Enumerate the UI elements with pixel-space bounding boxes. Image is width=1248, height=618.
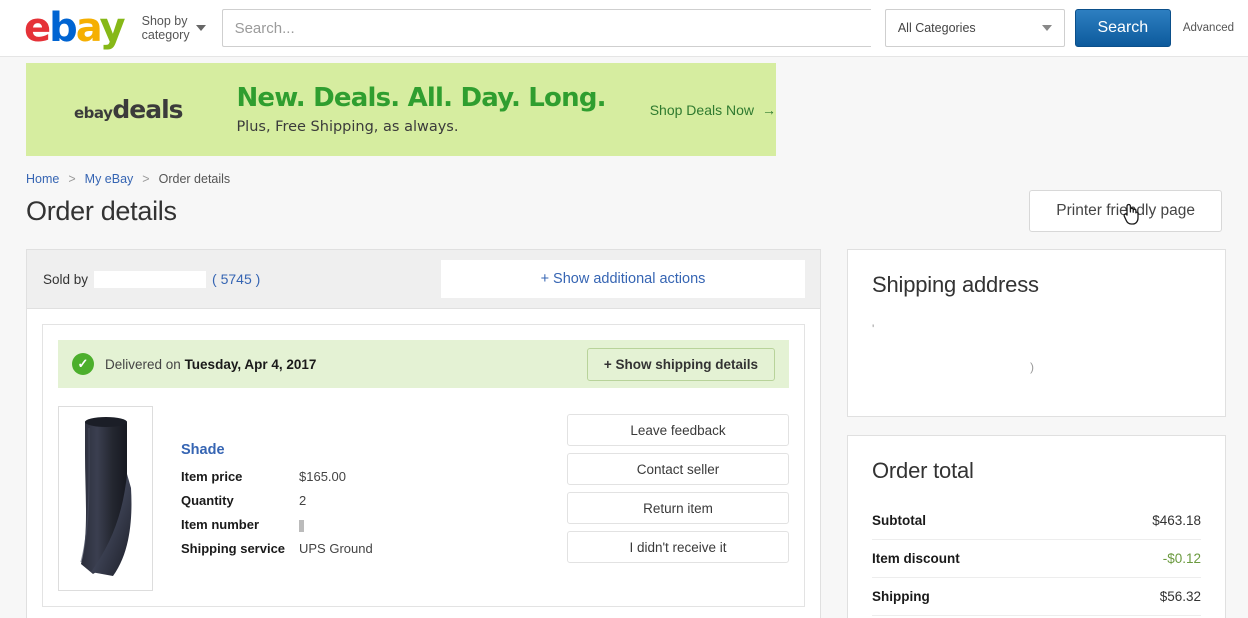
logo-letter-a: a — [75, 5, 102, 51]
breadcrumb-home[interactable]: Home — [26, 172, 59, 186]
shop-by-line1: Shop by — [141, 14, 188, 28]
item-spec-value: 2 — [299, 493, 307, 508]
shop-by-category-menu[interactable]: Shop by category — [142, 14, 206, 42]
breadcrumb-my-ebay[interactable]: My eBay — [85, 172, 134, 186]
item-number-redacted — [299, 517, 304, 532]
check-circle-icon: ✓ — [72, 353, 94, 375]
order-total-row: Item discount -$0.12 — [872, 540, 1201, 578]
item-action-buttons: Leave feedback Contact seller Return ite… — [567, 406, 789, 591]
item-title-link[interactable]: Shade — [181, 442, 567, 458]
ebay-logo[interactable]: ebay — [24, 5, 126, 51]
item-spec-row: Item number — [181, 517, 567, 532]
order-total-label: Shipping — [872, 589, 930, 604]
printer-friendly-page-label: Printer friendly page — [1056, 202, 1195, 219]
didnt-receive-it-button[interactable]: I didn't receive it — [567, 531, 789, 563]
contact-seller-button[interactable]: Contact seller — [567, 453, 789, 485]
item-spec-row: Quantity 2 — [181, 493, 567, 508]
breadcrumb-separator: > — [142, 172, 150, 186]
order-total-label: Subtotal — [872, 513, 926, 528]
item-spec-row: Shipping service UPS Ground — [181, 541, 567, 556]
show-additional-actions-button[interactable]: + Show additional actions — [441, 260, 805, 298]
order-total-title: Order total — [872, 458, 974, 483]
page-title-row: Order details Printer friendly page — [26, 190, 1222, 232]
printer-friendly-page-button[interactable]: Printer friendly page — [1029, 190, 1222, 232]
search-button[interactable]: Search — [1074, 9, 1171, 47]
order-total-row: Shipping $56.32 — [872, 578, 1201, 616]
breadcrumb-separator: > — [68, 172, 76, 186]
item-spec-value: UPS Ground — [299, 541, 373, 556]
order-summary-column: Shipping address ' ) Order total Subtota… — [847, 249, 1226, 618]
deals-banner-logo: ebaydeals — [74, 95, 232, 124]
deals-banner-text: New. Deals. All. Day. Long. Plus, Free S… — [236, 82, 606, 136]
seller-feedback-count[interactable]: ( 5745 ) — [212, 271, 260, 287]
order-total-row: Subtotal $463.18 — [872, 502, 1201, 540]
shop-deals-now-label: Shop Deals Now — [649, 101, 754, 118]
search-input[interactable] — [221, 9, 871, 47]
shade-fabric-roll-image — [79, 416, 131, 576]
address-artifact: ) — [1030, 360, 1034, 374]
category-select-value: All Categories — [897, 21, 976, 35]
breadcrumb: Home > My eBay > Order details — [26, 172, 1248, 186]
order-total-value: $56.32 — [1159, 589, 1201, 604]
logo-letter-b: b — [49, 5, 78, 51]
item-spec-row: Item price $165.00 — [181, 469, 567, 484]
arrow-right-icon: → — [762, 101, 776, 118]
deals-logo-ebay: ebay — [74, 104, 113, 122]
chevron-down-icon — [195, 25, 206, 31]
show-shipping-details-button[interactable]: + Show shipping details — [586, 347, 775, 381]
deals-headline: New. Deals. All. Day. Long. — [236, 82, 606, 113]
order-total-value: $463.18 — [1152, 513, 1201, 528]
delivery-status-prefix: Delivered on — [105, 356, 181, 372]
order-total-panel: Order total Subtotal $463.18 Item discou… — [847, 435, 1226, 618]
order-card: Sold by ( 5745 ) + Show additional actio… — [26, 249, 821, 618]
site-header: ebay Shop by category All Categories Sea… — [0, 0, 1248, 57]
delivery-status-text: Delivered on Tuesday, Apr 4, 2017 — [105, 357, 316, 372]
order-details-column: Sold by ( 5745 ) + Show additional actio… — [26, 249, 821, 618]
seller-name-redacted — [94, 270, 207, 288]
shop-deals-now-link[interactable]: Shop Deals Now → — [650, 102, 776, 118]
ebay-deals-banner[interactable]: ebaydeals New. Deals. All. Day. Long. Pl… — [26, 63, 776, 156]
order-total-value: -$0.12 — [1162, 551, 1201, 566]
deals-logo-deals: deals — [112, 95, 183, 124]
order-total-label: Item discount — [872, 551, 960, 566]
shop-by-line2: category — [141, 28, 190, 42]
item-spec-key: Shipping service — [181, 541, 286, 556]
advanced-search-link[interactable]: Advanced — [1183, 22, 1234, 34]
breadcrumb-current: Order details — [158, 172, 231, 186]
shipping-address-title: Shipping address — [872, 272, 1039, 297]
order-item-row: Shade Item price $165.00 Quantity 2 Item… — [58, 406, 789, 591]
address-artifact: ' — [872, 322, 875, 336]
shipping-address-panel: Shipping address ' ) — [847, 249, 1226, 417]
page-title: Order details — [26, 195, 177, 226]
item-thumbnail[interactable] — [58, 406, 153, 591]
delivery-status-left: ✓ Delivered on Tuesday, Apr 4, 2017 — [72, 353, 316, 375]
item-spec-key: Item price — [181, 469, 243, 484]
delivery-date: Tuesday, Apr 4, 2017 — [184, 356, 317, 372]
category-select[interactable]: All Categories — [884, 9, 1065, 47]
sold-by-bar: Sold by ( 5745 ) + Show additional actio… — [27, 250, 820, 309]
shipping-address-redacted: ' ) — [872, 316, 1201, 394]
item-spec-key: Quantity — [181, 493, 234, 508]
item-spec-key: Item number — [181, 517, 260, 532]
item-spec-value: $165.00 — [299, 469, 346, 484]
logo-letter-e: e — [24, 5, 51, 51]
delivery-status-bar: ✓ Delivered on Tuesday, Apr 4, 2017 + Sh… — [58, 340, 789, 388]
main-content: Sold by ( 5745 ) + Show additional actio… — [26, 249, 1248, 618]
deals-subline: Plus, Free Shipping, as always. — [236, 119, 459, 136]
sold-by-label: Sold by — [43, 271, 89, 287]
logo-letter-y: y — [99, 5, 126, 51]
order-item-info: Shade Item price $165.00 Quantity 2 Item… — [181, 406, 567, 591]
chevron-down-icon — [1041, 25, 1052, 31]
order-item-panel: ✓ Delivered on Tuesday, Apr 4, 2017 + Sh… — [42, 324, 805, 607]
return-item-button[interactable]: Return item — [567, 492, 789, 524]
leave-feedback-button[interactable]: Leave feedback — [567, 414, 789, 446]
